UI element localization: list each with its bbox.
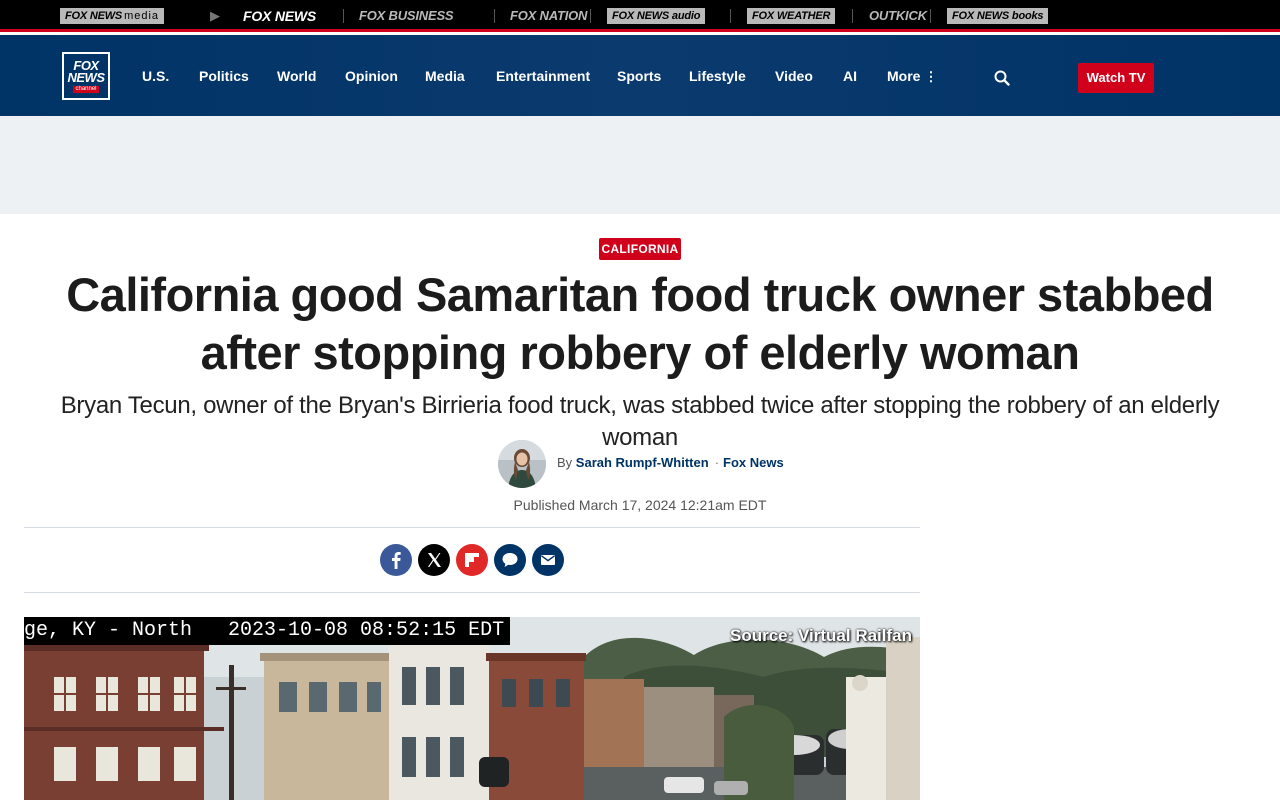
comments-icon <box>502 553 518 567</box>
nav-item-world[interactable]: World <box>277 68 316 84</box>
nav-item-more[interactable]: More ⋮ <box>887 68 937 85</box>
x-share-button[interactable] <box>418 544 450 576</box>
article-subhead: Bryan Tecun, owner of the Bryan's Birrie… <box>60 392 1220 451</box>
flipboard-share-button[interactable] <box>456 544 488 576</box>
hero-image[interactable]: ge, KY - North 2023-10-08 08:52:15 EDT S… <box>24 617 920 800</box>
byline: By Sarah Rumpf-Whitten · Fox News <box>557 455 784 471</box>
article-headline: California good Samaritan food truck own… <box>66 268 1214 379</box>
fox-news-logo[interactable]: FOX NEWS channel <box>62 52 110 100</box>
divider-top <box>24 527 920 528</box>
nav-item-ai[interactable]: AI <box>843 68 857 84</box>
nav-item-media[interactable]: Media <box>425 68 465 84</box>
more-dots-icon: ⋮ <box>924 69 938 84</box>
divider <box>590 9 591 23</box>
nav-item-sports[interactable]: Sports <box>617 68 661 84</box>
brand-link-fox-weather[interactable]: FOX WEATHER <box>747 8 836 24</box>
byline-prefix: By <box>557 455 573 470</box>
logo-line-news: NEWS <box>67 69 106 85</box>
logo-mark: FOX NEWS channel <box>64 54 108 98</box>
nav-more-label: More <box>887 68 921 84</box>
brand-link-fox-news-audio[interactable]: FOX NEWS audio <box>607 8 706 24</box>
nav-item-opinion[interactable]: Opinion <box>345 68 398 84</box>
brand-link-fox-nation[interactable]: FOX NATION <box>510 8 587 24</box>
byline-separator: · <box>714 455 720 470</box>
email-share-button[interactable] <box>532 544 564 576</box>
brand-link-fox-news-books[interactable]: FOX NEWS books <box>947 8 1049 24</box>
flipboard-icon <box>465 553 479 567</box>
facebook-icon <box>392 552 401 569</box>
brand-link-fox-news[interactable]: FOX NEWS <box>243 8 316 24</box>
comments-button[interactable] <box>494 544 526 576</box>
nav-item-lifestyle[interactable]: Lifestyle <box>689 68 746 84</box>
watch-tv-button[interactable]: Watch TV <box>1078 63 1154 93</box>
image-source-overlay: Source: Virtual Railfan <box>729 626 912 645</box>
cctv-timestamp-overlay: ge, KY - North 2023-10-08 08:52:15 EDT <box>24 617 511 645</box>
x-twitter-icon <box>428 553 441 567</box>
main-header: FOX NEWS channel U.S. Politics World Opi… <box>0 35 1280 116</box>
facebook-share-button[interactable] <box>380 544 412 576</box>
brand-link-fox-business[interactable]: FOX BUSINESS <box>359 8 454 24</box>
author-avatar[interactable] <box>498 440 546 488</box>
brand-link-outkick[interactable]: OUTKICK <box>869 8 927 24</box>
nav-item-politics[interactable]: Politics <box>199 68 249 84</box>
brand-label: FOX NEWS <box>65 10 123 22</box>
ad-placeholder <box>0 116 1280 214</box>
nav-item-us[interactable]: U.S. <box>142 68 169 84</box>
logo-line-channel: channel <box>73 85 99 93</box>
divider <box>730 9 731 23</box>
play-arrow-icon: ▶ <box>210 8 220 23</box>
nav-item-video[interactable]: Video <box>775 68 813 84</box>
brand-suffix: media <box>124 10 160 22</box>
brand-link-fox-news-media[interactable]: FOX NEWS media <box>60 8 165 24</box>
nav-item-entertainment[interactable]: Entertainment <box>496 68 590 84</box>
divider <box>930 9 931 23</box>
source-link[interactable]: Fox News <box>723 455 784 470</box>
category-badge[interactable]: CALIFORNIA <box>599 238 681 260</box>
published-date: Published March 17, 2024 12:21am EDT <box>513 497 767 513</box>
search-icon[interactable] <box>993 69 1011 87</box>
divider <box>852 9 853 23</box>
divider-bottom <box>24 592 920 593</box>
divider <box>494 9 495 23</box>
email-icon <box>541 555 555 565</box>
author-link[interactable]: Sarah Rumpf-Whitten <box>576 455 709 470</box>
divider <box>343 9 344 23</box>
network-bar: FOX NEWS media ▶ FOX NEWS FOX BUSINESS FO… <box>0 0 1280 32</box>
